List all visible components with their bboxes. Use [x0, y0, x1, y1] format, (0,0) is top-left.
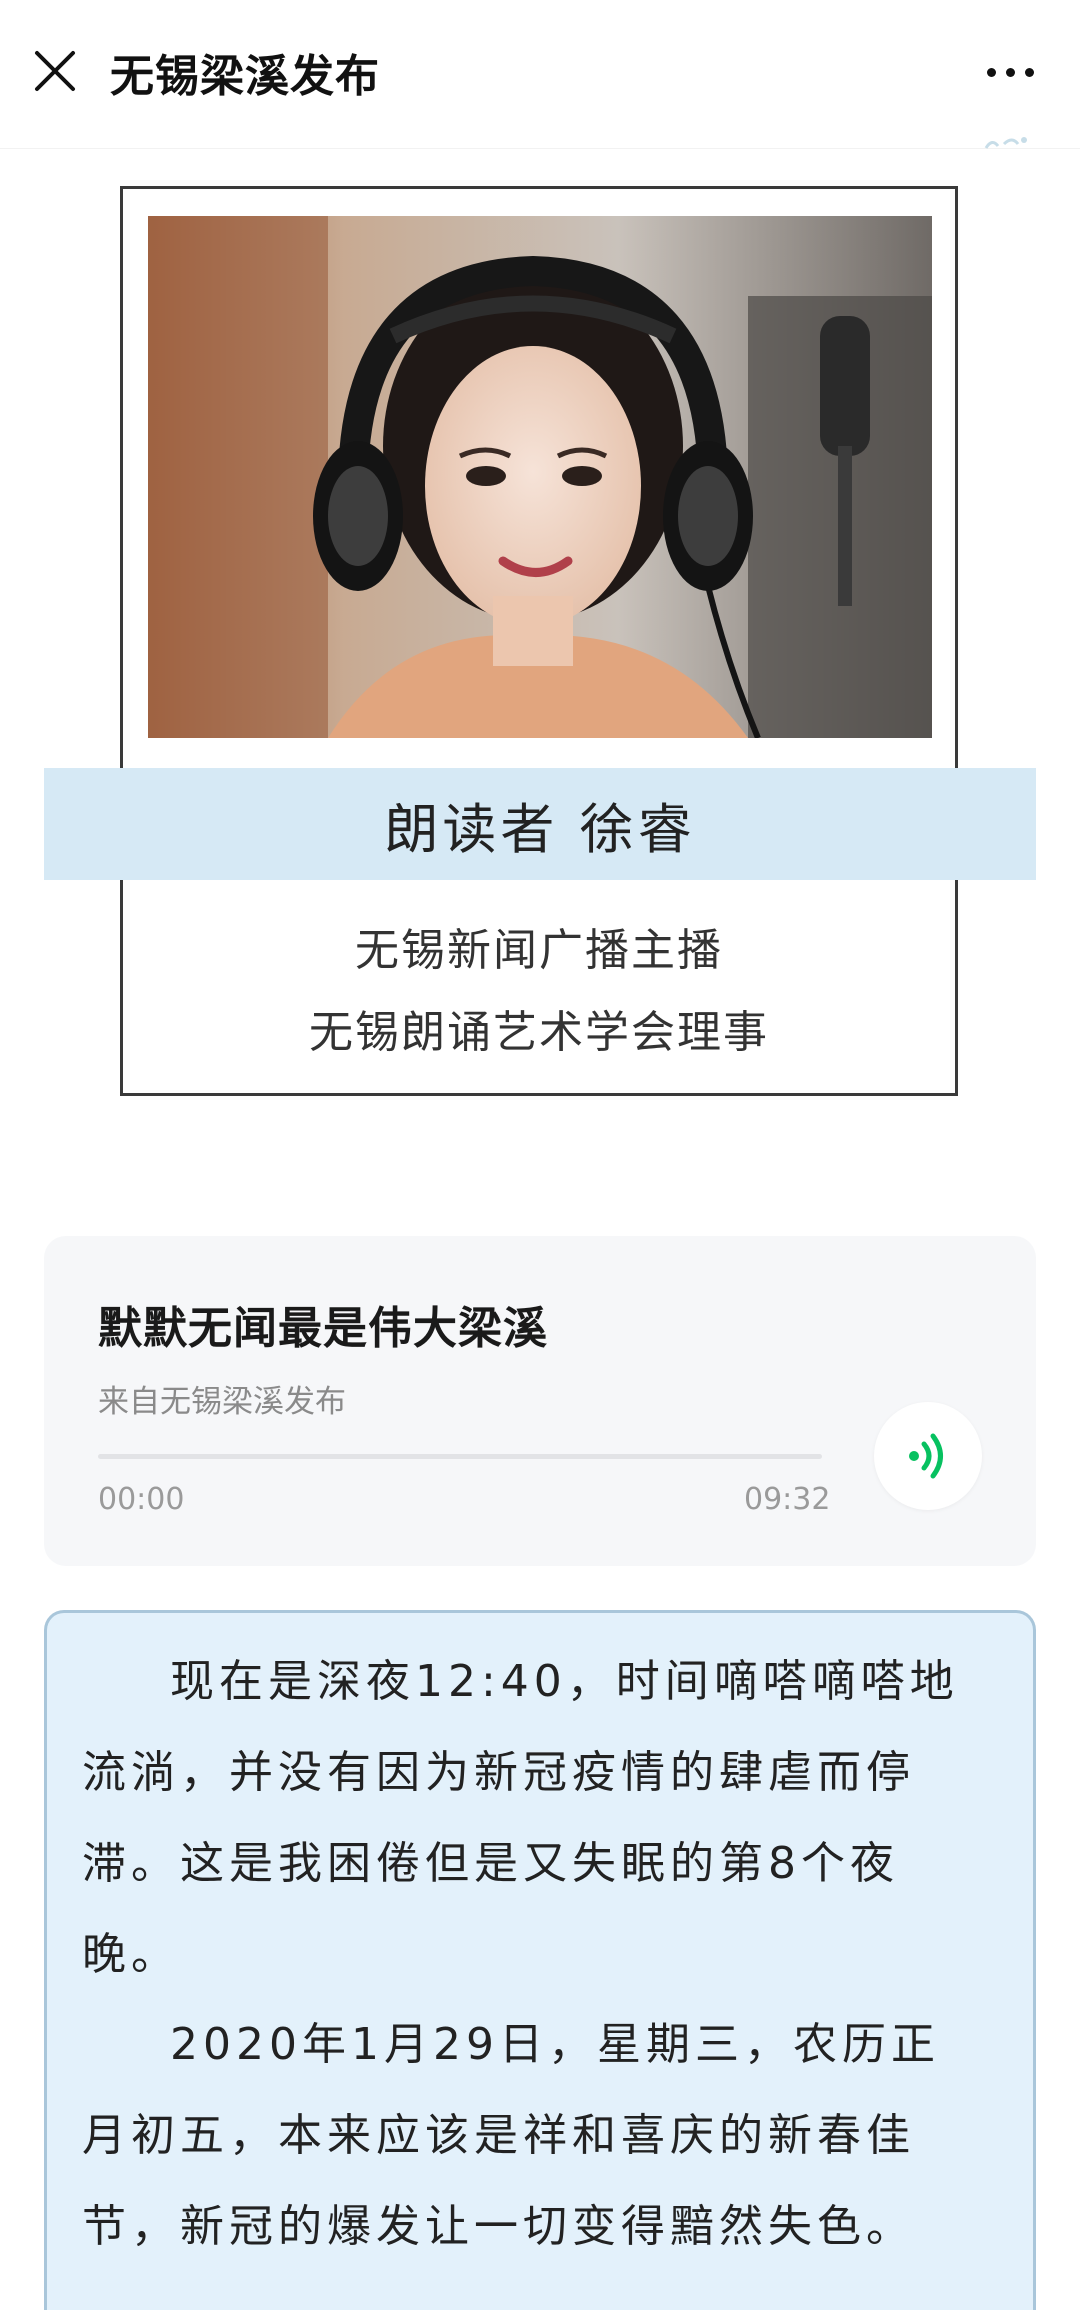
more-button[interactable]: [970, 40, 1050, 104]
more-icon-dot: [986, 67, 996, 77]
more-icon-dot: [1005, 67, 1015, 77]
audio-current-time: 00:00: [98, 1482, 185, 1517]
reader-name-banner: 朗读者 徐睿: [44, 768, 1036, 880]
reader-bio-line: 无锡新闻广播主播: [355, 925, 723, 976]
page-title: 无锡梁溪发布: [110, 51, 380, 102]
audio-wave-icon: [909, 1433, 943, 1479]
audio-progress-bar[interactable]: [98, 1454, 822, 1459]
close-icon: [35, 51, 75, 91]
audio-duration: 09:32: [744, 1482, 831, 1517]
close-button[interactable]: [24, 36, 86, 106]
more-icon-dot: [1024, 67, 1034, 77]
article-paragraph: 2020年1月29日，星期三，农历正月初五，本来应该是祥和喜庆的新春佳节，新冠的…: [82, 2019, 940, 2252]
audio-play-button[interactable]: [874, 1402, 982, 1510]
audio-title: 默默无闻最是伟大梁溪: [98, 1303, 548, 1354]
reader-portrait-image: [148, 216, 932, 738]
decoration-icon: [984, 137, 1027, 149]
top-bar: 无锡梁溪发布: [0, 0, 1080, 149]
reader-photo: [148, 216, 932, 738]
article-paragraph: 现在是深夜12:40，时间嘀嗒嘀嗒地流淌，并没有因为新冠疫情的肆虐而停滞。这是我…: [82, 1656, 959, 1980]
audio-source: 来自无锡梁溪发布: [98, 1384, 346, 1420]
audio-player-card[interactable]: 默默无闻最是伟大梁溪 来自无锡梁溪发布 00:00 09:32: [44, 1236, 1036, 1566]
reader-bio-line: 无锡朗诵艺术学会理事: [309, 1007, 769, 1058]
